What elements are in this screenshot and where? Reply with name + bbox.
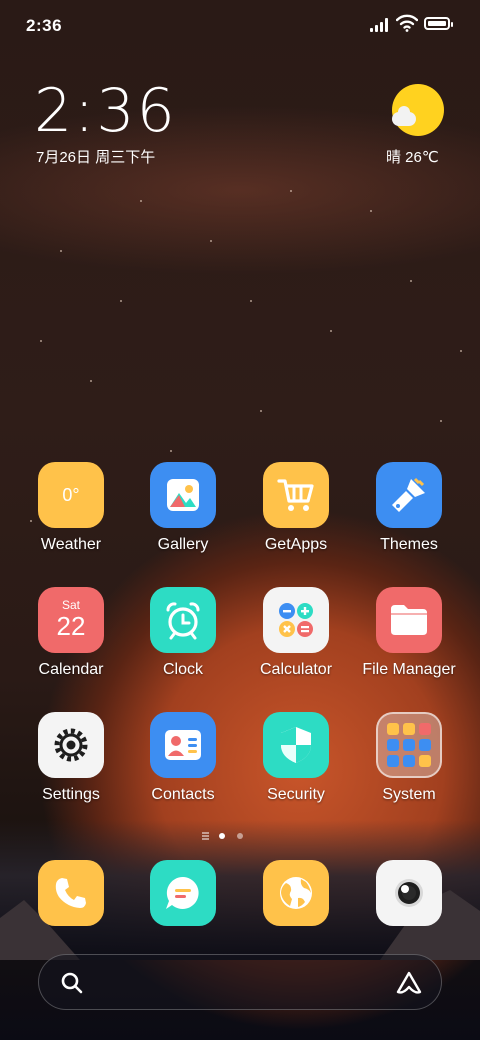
- app-file-manager[interactable]: File Manager: [354, 587, 464, 679]
- app-label: Contacts: [151, 786, 215, 803]
- paintbrush-icon: [376, 462, 442, 528]
- app-calculator[interactable]: Calculator: [241, 587, 351, 679]
- app-security[interactable]: Security: [241, 712, 351, 804]
- folder-grid-icon: [376, 712, 442, 778]
- app-label: GetApps: [264, 536, 328, 553]
- messages-icon: [150, 860, 216, 926]
- shopping-cart-icon: [263, 462, 329, 528]
- weather-icon-text: 0°: [62, 484, 80, 505]
- wifi-icon: [396, 14, 418, 32]
- app-settings[interactable]: Settings: [16, 712, 126, 804]
- calendar-icon: Sat 22: [38, 587, 104, 653]
- dock-browser[interactable]: [241, 860, 351, 926]
- app-label: Calculator: [259, 661, 333, 678]
- alarm-clock-icon: [150, 587, 216, 653]
- dock-phone[interactable]: [16, 860, 126, 926]
- globe-icon: [263, 860, 329, 926]
- weather-icon: 0°: [38, 462, 104, 528]
- calendar-date: 22: [56, 611, 86, 641]
- status-bar: 2:36: [0, 0, 480, 50]
- app-label: Calendar: [38, 661, 104, 678]
- app-contacts[interactable]: Contacts: [128, 712, 238, 804]
- page-dot[interactable]: [237, 833, 243, 839]
- dock-messages[interactable]: [128, 860, 238, 926]
- app-folder-system[interactable]: System: [354, 712, 464, 804]
- gear-icon: [38, 712, 104, 778]
- shield-icon: [263, 712, 329, 778]
- app-label: Settings: [42, 786, 100, 803]
- page-dot-menu[interactable]: [202, 835, 209, 837]
- dock-camera[interactable]: [354, 860, 464, 926]
- app-gallery[interactable]: Gallery: [128, 462, 238, 554]
- clock-widget-time[interactable]: 2:36: [34, 76, 177, 146]
- contact-card-icon: [150, 712, 216, 778]
- cloud-icon: [392, 106, 416, 126]
- camera-icon: [376, 860, 442, 926]
- app-themes[interactable]: Themes: [354, 462, 464, 554]
- app-weather[interactable]: 0° Weather: [16, 462, 126, 554]
- weather-widget[interactable]: 晴 26℃: [386, 82, 450, 172]
- app-calendar[interactable]: Sat 22 Calendar: [16, 587, 126, 679]
- calculator-icon: [263, 587, 329, 653]
- app-label: Themes: [380, 536, 438, 553]
- app-getapps[interactable]: GetApps: [241, 462, 351, 554]
- app-label: Gallery: [157, 536, 209, 553]
- app-label: System: [382, 786, 436, 803]
- status-time: 2:36: [26, 16, 63, 35]
- search-bar[interactable]: [38, 954, 442, 1010]
- folder-icon: [376, 587, 442, 653]
- app-label: File Manager: [362, 661, 456, 678]
- gallery-icon: [150, 462, 216, 528]
- battery-icon: [424, 17, 453, 30]
- app-label: Security: [267, 786, 325, 803]
- page-indicator[interactable]: [200, 831, 280, 841]
- app-label: Clock: [162, 661, 203, 678]
- weather-widget-text: 晴 26℃: [386, 149, 439, 166]
- phone-icon: [38, 860, 104, 926]
- search-icon: [61, 972, 83, 994]
- clock-widget-date[interactable]: 7月26日 周三下午: [36, 146, 155, 167]
- assistant-icon[interactable]: [395, 970, 423, 996]
- app-clock[interactable]: Clock: [128, 587, 238, 679]
- app-label: Weather: [40, 536, 102, 553]
- calendar-day: Sat: [61, 598, 80, 612]
- page-dot-active[interactable]: [219, 833, 225, 839]
- signal-icon: [370, 18, 390, 32]
